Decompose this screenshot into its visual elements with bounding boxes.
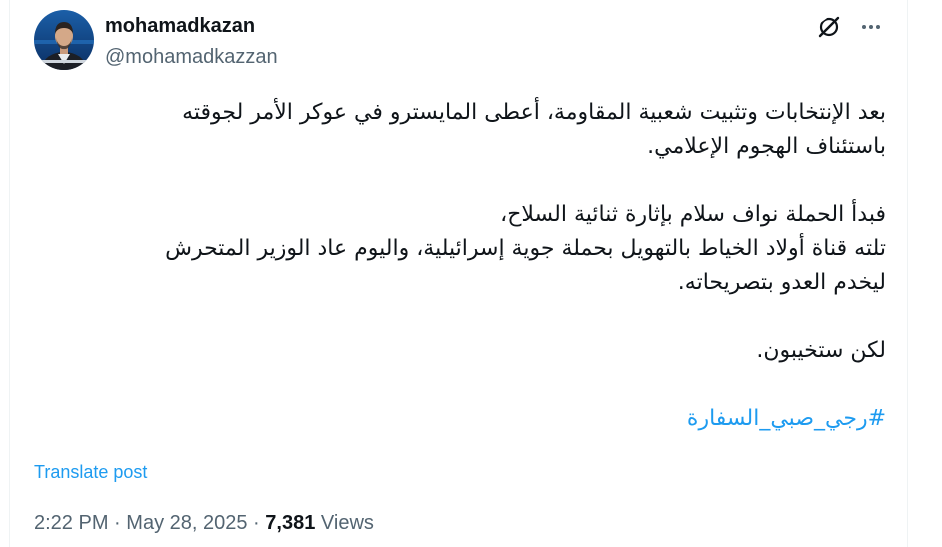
author-handle[interactable]: @mohamadkazzan [105,44,278,70]
post-card: mohamadkazan @mohamadkazzan بعد الإنتخاب… [9,0,908,547]
tweet-line: لكن ستخيبون. [756,338,886,363]
post-metadata: 2:22 PM · May 28, 2025 · 7,381 Views [34,510,374,536]
translate-post-link[interactable]: Translate post [34,460,147,484]
more-button[interactable] [856,12,886,42]
avatar-image [34,10,94,70]
post-time[interactable]: 2:22 PM [34,512,108,534]
tweet-line: باستئناف الهجوم الإعلامي. [647,134,886,159]
meta-separator: · [114,512,121,534]
meta-separator: · [253,512,260,534]
grok-icon [818,15,840,38]
hashtag-link[interactable]: #رجي_صبي_السفارة [34,402,886,436]
grok-button[interactable] [814,12,844,42]
more-icon [862,25,880,29]
tweet-line: بعد الإنتخابات وتثبيت شعبية المقاومة، أع… [182,100,886,125]
avatar[interactable] [34,10,94,70]
tweet-text: بعد الإنتخابات وتثبيت شعبية المقاومة، أع… [34,96,886,436]
tweet-line: فبدأ الحملة نواف سلام بإثارة ثنائية السل… [500,202,886,227]
views-count[interactable]: 7,381 [265,512,315,534]
author-display-name[interactable]: mohamadkazan [105,13,255,39]
tweet-line: ليخدم العدو بتصريحاته. [677,270,886,295]
views-label[interactable]: Views [321,512,374,534]
post-date[interactable]: May 28, 2025 [126,512,247,534]
tweet-line: تلته قناة أولاد الخياط بالتهويل بحملة جو… [165,236,886,261]
